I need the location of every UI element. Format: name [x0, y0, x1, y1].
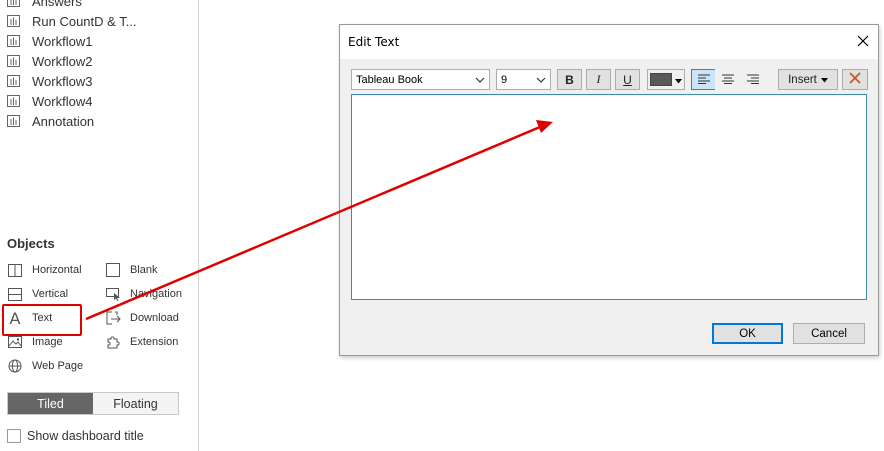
clear-icon: [848, 71, 862, 88]
sheet-label: Annotation: [32, 113, 95, 129]
align-left-button[interactable]: [691, 69, 716, 90]
navigation-icon: [105, 286, 121, 302]
font-size-select[interactable]: 9: [496, 69, 551, 90]
font-size-value: 9: [501, 73, 508, 86]
italic-button[interactable]: I: [586, 69, 611, 90]
sheet-label: Workflow4: [32, 93, 93, 109]
dashboard-side-panel: Answers Run CountD & T... Workflow1 Work…: [0, 0, 199, 451]
sheet-item[interactable]: Workflow3: [0, 71, 198, 91]
show-title-label: Show dashboard title: [27, 429, 144, 443]
close-icon[interactable]: [856, 34, 870, 48]
layout-toggle: Tiled Floating: [7, 392, 179, 415]
sheet-item[interactable]: Workflow4: [0, 91, 198, 111]
puzzle-piece-icon: [105, 334, 121, 350]
sheet-icon: [7, 0, 20, 7]
object-label: Blank: [130, 264, 158, 276]
object-label: Web Page: [32, 360, 84, 372]
underline-button[interactable]: U: [615, 69, 640, 90]
align-left-icon: [697, 73, 710, 87]
bold-button[interactable]: B: [557, 69, 582, 90]
chevron-down-icon: [474, 74, 486, 89]
sheet-icon: [7, 95, 20, 107]
sheet-icon: [7, 15, 20, 27]
blank-icon: [105, 262, 121, 278]
align-center-button[interactable]: [715, 69, 740, 90]
sheet-icon: [7, 35, 20, 47]
object-navigation[interactable]: Navigation: [105, 285, 182, 303]
sheet-label: Answers: [32, 0, 82, 9]
globe-icon: [7, 358, 23, 374]
text-editor-area[interactable]: [351, 94, 867, 300]
text-toolbar: Tableau Book 9 B I U Insert: [351, 69, 869, 91]
text-color-picker[interactable]: [647, 69, 685, 90]
sheet-icon: [7, 115, 20, 127]
object-vertical[interactable]: Vertical: [7, 285, 68, 303]
align-right-button[interactable]: [740, 69, 765, 90]
sheet-item[interactable]: Annotation: [0, 111, 198, 131]
insert-button[interactable]: Insert: [778, 69, 838, 90]
object-download[interactable]: Download: [105, 309, 179, 327]
dialog-titlebar: Edit Text: [340, 25, 878, 59]
sheet-icon: [7, 75, 20, 87]
insert-label: Insert: [788, 73, 817, 86]
floating-button[interactable]: Floating: [93, 393, 178, 414]
sheet-label: Workflow2: [32, 53, 93, 69]
object-label: Extension: [130, 336, 179, 348]
font-family-select[interactable]: Tableau Book: [351, 69, 490, 90]
download-icon: [105, 310, 121, 326]
chevron-down-icon: [675, 73, 682, 87]
object-label: Horizontal: [32, 264, 82, 276]
font-family-value: Tableau Book: [356, 73, 423, 86]
text-object-highlight: [2, 304, 82, 336]
vertical-layout-icon: [7, 286, 23, 302]
horizontal-layout-icon: [7, 262, 23, 278]
objects-heading: Objects: [7, 236, 55, 251]
chevron-down-icon: [820, 74, 828, 86]
align-right-icon: [746, 73, 759, 87]
sheet-icon: [7, 55, 20, 67]
sheet-label: Workflow3: [32, 73, 93, 89]
image-icon: [7, 334, 23, 350]
sheet-item[interactable]: Workflow1: [0, 31, 198, 51]
color-swatch: [650, 73, 672, 86]
dialog-title: Edit Text: [348, 35, 400, 49]
edit-text-dialog: Edit Text Tableau Book 9 B I U Insert OK…: [339, 24, 879, 356]
object-extension[interactable]: Extension: [105, 333, 178, 351]
cancel-button[interactable]: Cancel: [793, 323, 865, 344]
object-webpage[interactable]: Web Page: [7, 357, 83, 375]
sheet-item[interactable]: Workflow2: [0, 51, 198, 71]
object-label: Vertical: [32, 288, 69, 300]
object-blank[interactable]: Blank: [105, 261, 158, 279]
show-dashboard-title[interactable]: Show dashboard title: [7, 429, 144, 443]
object-label: Download: [130, 312, 179, 324]
align-center-icon: [721, 73, 734, 87]
sheet-label: Run CountD & T...: [32, 13, 137, 29]
show-title-checkbox[interactable]: [7, 429, 21, 443]
ok-button[interactable]: OK: [712, 323, 783, 344]
tiled-button[interactable]: Tiled: [8, 393, 93, 414]
sheet-item[interactable]: Run CountD & T...: [0, 11, 198, 31]
chevron-down-icon: [535, 74, 547, 89]
clear-formatting-button[interactable]: [842, 69, 868, 90]
object-label: Navigation: [130, 288, 182, 300]
sheet-item[interactable]: Answers: [0, 0, 198, 11]
sheet-list: Answers Run CountD & T... Workflow1 Work…: [0, 0, 198, 131]
object-label: Image: [32, 336, 63, 348]
sheet-label: Workflow1: [32, 33, 93, 49]
object-horizontal[interactable]: Horizontal: [7, 261, 82, 279]
